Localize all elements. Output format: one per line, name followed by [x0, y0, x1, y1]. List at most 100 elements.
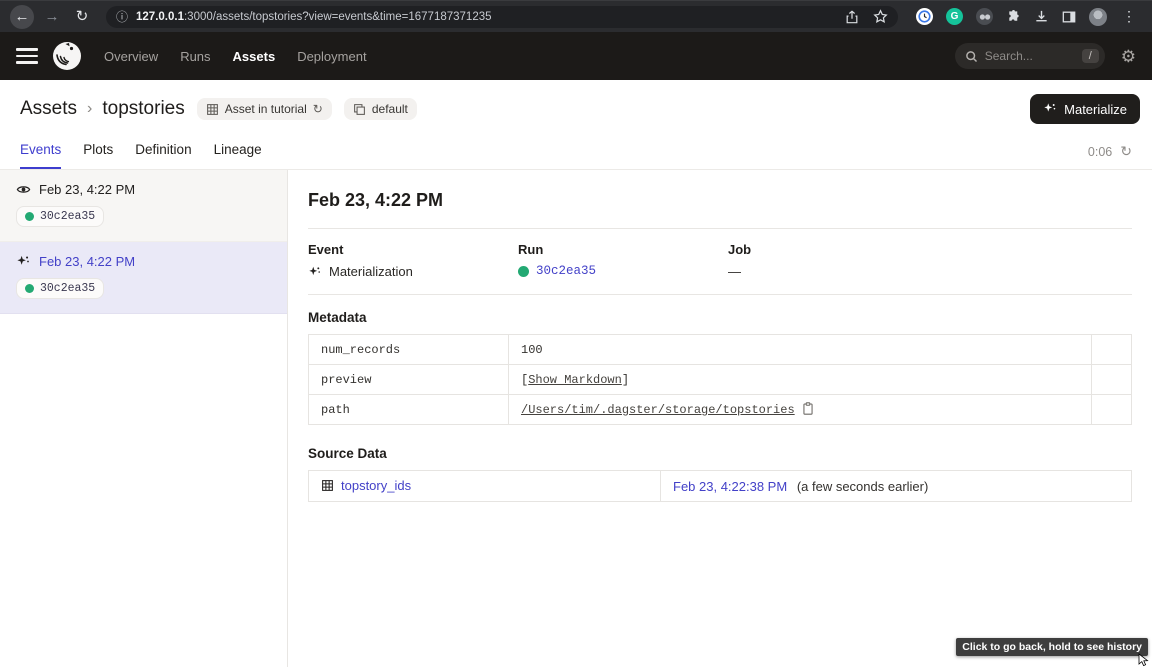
tab-definition[interactable]: Definition [135, 142, 191, 169]
settings-gear-icon[interactable]: ⚙ [1121, 48, 1136, 65]
metadata-extra-cell [1092, 335, 1132, 365]
event-timestamp: Feb 23, 4:22 PM [39, 254, 135, 269]
hamburger-menu-icon[interactable] [16, 48, 38, 64]
asset-group-tag[interactable]: default [344, 98, 417, 120]
goggles-extension-icon[interactable] [976, 8, 993, 25]
run-tag[interactable]: 30c2ea35 [16, 206, 104, 227]
search-input[interactable] [985, 49, 1075, 63]
url-path: :3000/assets/topstories?view=events&time… [184, 11, 492, 23]
asset-group-label: default [372, 102, 408, 116]
asset-group-grid-icon [206, 103, 219, 116]
app-window: ← → ↻ ⓘ 127.0.0.1:3000/assets/topstories… [0, 0, 1152, 667]
puzzle-extensions-icon[interactable] [1006, 9, 1021, 24]
event-list-sidebar: Feb 23, 4:22 PM 30c2ea35 Feb 23, 4:22 PM… [0, 170, 288, 667]
source-time-cell: Feb 23, 4:22:38 PM (a few seconds earlie… [661, 471, 1132, 502]
tab-plots[interactable]: Plots [83, 142, 113, 169]
search-icon [965, 50, 978, 63]
global-search[interactable]: / [955, 43, 1105, 69]
code-location-tag[interactable]: Asset in tutorial ↻ [197, 98, 332, 120]
chevron-right-icon: › [87, 100, 92, 118]
materialize-sparkle-icon [1043, 102, 1057, 116]
metadata-value: 100 [509, 335, 1092, 365]
refresh-icon[interactable]: ↻ [1120, 143, 1132, 160]
event-list-item-observation[interactable]: Feb 23, 4:22 PM 30c2ea35 [0, 170, 287, 242]
run-id: 30c2ea35 [40, 210, 95, 223]
metadata-value: /Users/tim/.dagster/storage/topstories [509, 395, 1092, 425]
event-timestamp: Feb 23, 4:22 PM [39, 182, 135, 197]
clock-extension-icon[interactable] [916, 8, 933, 25]
source-data-section-title: Source Data [308, 446, 1132, 461]
nav-item-assets[interactable]: Assets [233, 49, 276, 64]
run-id-link[interactable]: 30c2ea35 [536, 264, 596, 278]
copy-stack-icon [353, 103, 366, 116]
search-shortcut-badge: / [1082, 49, 1099, 63]
reload-location-icon[interactable]: ↻ [313, 102, 323, 116]
metadata-extra-cell [1092, 365, 1132, 395]
copy-clipboard-icon[interactable] [802, 402, 814, 415]
materialization-sparkle-icon [16, 254, 31, 269]
navbar-right: / ⚙ [955, 43, 1136, 69]
nav-item-runs[interactable]: Runs [180, 49, 210, 64]
job-column-label: Job [728, 242, 938, 257]
tab-lineage[interactable]: Lineage [214, 142, 262, 169]
show-markdown-link[interactable]: Show Markdown [528, 373, 622, 387]
tab-events[interactable]: Events [20, 142, 61, 169]
browser-back-button[interactable]: ← [10, 5, 34, 29]
event-column-label: Event [308, 242, 518, 257]
breadcrumb: Assets › topstories [20, 98, 185, 120]
asset-header: Assets › topstories Asset in tutorial ↻ … [0, 80, 1152, 136]
mouse-cursor [1138, 653, 1150, 667]
bracket-close: ] [622, 373, 629, 387]
nav-item-overview[interactable]: Overview [104, 49, 158, 64]
url-text: 127.0.0.1:3000/assets/topstories?view=ev… [136, 11, 837, 23]
nav-links: Overview Runs Assets Deployment [104, 49, 367, 64]
job-value: — [728, 264, 741, 279]
path-link[interactable]: /Users/tim/.dagster/storage/topstories [521, 403, 795, 417]
back-arrow-icon: ← [15, 9, 30, 24]
bookmark-star-icon[interactable] [873, 9, 888, 24]
source-time-note: (a few seconds earlier) [797, 479, 929, 494]
side-panel-icon[interactable] [1062, 10, 1076, 24]
run-status-dot [25, 212, 34, 221]
source-asset-cell: topstory_ids [309, 471, 661, 502]
materialize-button[interactable]: Materialize [1030, 94, 1140, 124]
source-time-link[interactable]: Feb 23, 4:22:38 PM [673, 479, 787, 494]
share-icon[interactable] [845, 10, 859, 24]
run-status-dot [518, 266, 529, 277]
metadata-key: num_records [309, 335, 509, 365]
table-row: topstory_ids Feb 23, 4:22:38 PM (a few s… [309, 471, 1132, 502]
download-icon[interactable] [1034, 9, 1049, 24]
code-location-label: Asset in tutorial [225, 102, 307, 116]
browser-forward-button[interactable]: → [40, 5, 64, 29]
browser-menu-icon[interactable]: ⋮ [1120, 8, 1138, 25]
source-asset-link[interactable]: topstory_ids [321, 478, 411, 493]
reload-icon: ↻ [76, 9, 89, 24]
breadcrumb-assets-link[interactable]: Assets [20, 98, 77, 120]
event-type-value: Materialization [329, 264, 413, 279]
dagster-logo[interactable] [52, 41, 82, 71]
browser-toolbar: ← → ↻ ⓘ 127.0.0.1:3000/assets/topstories… [0, 0, 1152, 32]
site-info-icon[interactable]: ⓘ [116, 8, 128, 25]
browser-extensions: G ⋮ [912, 8, 1142, 26]
event-detail-panel: Feb 23, 4:22 PM Event Materialization Ru… [288, 170, 1152, 667]
refresh-timer: 0:06 ↻ [1088, 143, 1132, 169]
run-tag[interactable]: 30c2ea35 [16, 278, 104, 299]
metadata-value: [Show Markdown] [509, 365, 1092, 395]
url-host: 127.0.0.1 [136, 11, 184, 23]
browser-profile-avatar[interactable] [1089, 8, 1107, 26]
app-navbar: Overview Runs Assets Deployment / ⚙ [0, 32, 1152, 80]
source-asset-name: topstory_ids [341, 478, 411, 493]
content-area: Feb 23, 4:22 PM 30c2ea35 Feb 23, 4:22 PM… [0, 170, 1152, 667]
materialize-label: Materialize [1064, 102, 1127, 117]
address-bar[interactable]: ⓘ 127.0.0.1:3000/assets/topstories?view=… [106, 6, 898, 28]
table-row: num_records 100 [309, 335, 1132, 365]
grammarly-extension-icon[interactable]: G [946, 8, 963, 25]
metadata-extra-cell [1092, 395, 1132, 425]
event-list-item-materialization[interactable]: Feb 23, 4:22 PM 30c2ea35 [0, 242, 287, 314]
table-row: path /Users/tim/.dagster/storage/topstor… [309, 395, 1132, 425]
nav-item-deployment[interactable]: Deployment [297, 49, 366, 64]
forward-arrow-icon: → [45, 9, 60, 24]
metadata-key: preview [309, 365, 509, 395]
asset-grid-icon [321, 479, 334, 492]
browser-reload-button[interactable]: ↻ [70, 5, 94, 29]
